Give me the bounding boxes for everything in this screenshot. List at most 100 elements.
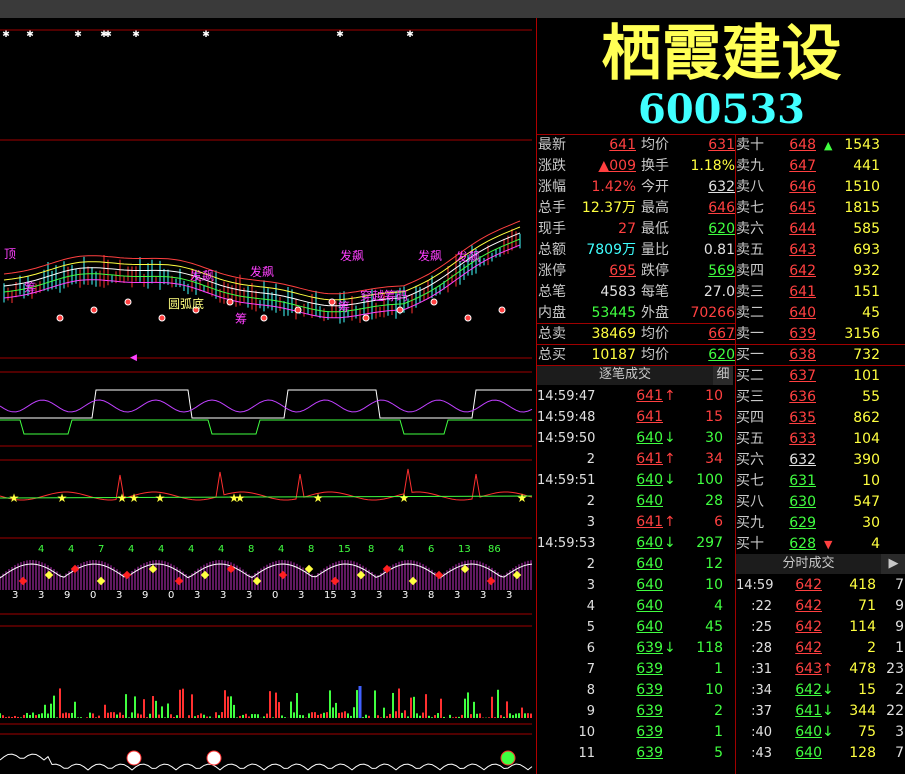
- tick-time: 11: [578, 746, 595, 761]
- tick-row[interactable]: 7 639 1: [537, 659, 723, 680]
- minute-time: :34: [751, 683, 772, 698]
- star-mark: ★: [155, 491, 166, 505]
- quote-value-2: 0.81: [703, 242, 735, 258]
- bid-row[interactable]: 买六 632 390: [736, 450, 905, 471]
- level-price: 648: [789, 137, 816, 153]
- bid-row[interactable]: 买八 630 547: [736, 492, 905, 513]
- window-title-bar: [0, 0, 905, 18]
- tick-row[interactable]: 14:59:51 640 ↓ 100: [537, 470, 723, 491]
- ask-row[interactable]: 卖四 642 932: [736, 261, 905, 282]
- ask-row[interactable]: 卖六 644 585: [736, 219, 905, 240]
- ask-row[interactable]: 卖九 647 441: [736, 156, 905, 177]
- ask-row[interactable]: 卖一 639 3156: [736, 324, 905, 345]
- quote-value: 7809万: [586, 242, 636, 258]
- quote-row: 总笔 4583 每笔 27.0: [537, 282, 735, 303]
- quote-row: 最新 641 均价 631: [537, 135, 735, 156]
- minute-row[interactable]: :25 642 114 9: [736, 617, 905, 638]
- osc-digit: 3: [350, 590, 356, 601]
- tick-row[interactable]: 3 641 ↑ 6: [537, 512, 723, 533]
- ask-row[interactable]: 卖三 641 151: [736, 282, 905, 303]
- tick-arrow-icon: ↓: [664, 640, 676, 656]
- tick-row[interactable]: 6 639 ↓ 118: [537, 638, 723, 659]
- ask-row[interactable]: 卖五 643 693: [736, 240, 905, 261]
- level-price: 646: [789, 179, 816, 195]
- minute-row[interactable]: 14:59 642 418 7: [736, 575, 905, 596]
- quote-panel: 栖霞建设 600533 最新 641 均价 631 涨跌 ▲009 换手 1.18% 涨幅 1.4…: [536, 18, 905, 774]
- quote-row: 涨停 695 跌停 569: [537, 261, 735, 282]
- level-price: 640: [789, 305, 816, 321]
- signal-dot: [90, 306, 98, 314]
- chart-annotation: 发飙: [456, 249, 480, 264]
- minute-row[interactable]: :31 643 ↑ 478 23: [736, 659, 905, 680]
- chart-annotation: 发飙: [418, 248, 442, 263]
- tick-row[interactable]: 3 640 10: [537, 575, 723, 596]
- level-price: 631: [789, 473, 816, 489]
- tick-row[interactable]: 2 640 12: [537, 554, 723, 575]
- bid-row[interactable]: 买九 629 30: [736, 513, 905, 534]
- tick-time: 9: [586, 704, 595, 719]
- ask-row[interactable]: 卖十 648 ▲ 1543: [736, 135, 905, 156]
- tick-row[interactable]: 14:59:47 641 ↑ 10: [537, 386, 723, 407]
- quote-label: 涨跌: [538, 158, 566, 174]
- bid-row[interactable]: 买五 633 104: [736, 429, 905, 450]
- minute-row[interactable]: :22 642 71 9: [736, 596, 905, 617]
- bid-row[interactable]: 买四 635 862: [736, 408, 905, 429]
- bid-row[interactable]: 买十 628 ▼ 4: [736, 534, 905, 555]
- tick-detail-button[interactable]: 细: [713, 365, 733, 385]
- tick-row[interactable]: 4 640 4: [537, 596, 723, 617]
- minute-row[interactable]: :40 640 ↓ 75 3: [736, 722, 905, 743]
- minute-volume: 418: [849, 577, 876, 593]
- signal-dot: [124, 298, 132, 306]
- minute-next-icon[interactable]: ▶: [881, 554, 905, 574]
- quote-row: 内盘 53445 外盘 70266: [537, 303, 735, 324]
- tick-time: 6: [586, 641, 595, 656]
- quote-label-2: 量比: [641, 242, 669, 258]
- tick-row[interactable]: 14:59:50 640 ↓ 30: [537, 428, 723, 449]
- level-volume: 585: [853, 221, 880, 237]
- minute-panel-header[interactable]: 分时成交: [736, 554, 881, 574]
- osc-digit: 3: [38, 590, 44, 601]
- ask-row[interactable]: 卖七 645 1815: [736, 198, 905, 219]
- quote-row: 涨幅 1.42% 今开 632: [537, 177, 735, 198]
- tick-row[interactable]: 2 640 28: [537, 491, 723, 512]
- minute-price: 642: [795, 577, 822, 593]
- indicator-charts[interactable]: ✱ ✱ ✱ ✱✱ ✱ ✱ ✱ ✱★ ★ ★ ★ ★ ★★ ★ ★ ★◀ 顶发飙 发飙发飙 发飙 发飙圆弧底筹筹筹穿越…: [0, 18, 536, 774]
- quote-label: 总笔: [538, 284, 566, 300]
- bid-row[interactable]: 买七 631 10: [736, 471, 905, 492]
- bid-row[interactable]: 买一 638 732: [736, 345, 905, 366]
- bid-row[interactable]: 买三 636 55: [736, 387, 905, 408]
- minute-row[interactable]: :34 642 ↓ 15 2: [736, 680, 905, 701]
- osc-digit: 3: [116, 590, 122, 601]
- tick-time: 4: [586, 599, 595, 614]
- diamond-mark: [486, 576, 496, 586]
- tick-row[interactable]: 2 641 ↑ 34: [537, 449, 723, 470]
- kdj-digit: 4: [158, 544, 164, 555]
- ask-row[interactable]: 卖二 640 45: [736, 303, 905, 324]
- osc-digit: 3: [376, 590, 382, 601]
- signal-dot: [56, 314, 64, 322]
- osc-digit: 15: [324, 590, 337, 601]
- tick-volume: 12: [705, 556, 723, 572]
- diamond-mark: [512, 570, 522, 580]
- chart-annotation: 筹: [24, 281, 36, 295]
- minute-row[interactable]: :28 642 2 1: [736, 638, 905, 659]
- ask-row[interactable]: 卖八 646 1510: [736, 177, 905, 198]
- tick-row[interactable]: 10 639 1: [537, 722, 723, 743]
- star-mark: ★: [313, 491, 324, 505]
- tick-row[interactable]: 11 639 5: [537, 743, 723, 764]
- chart-area[interactable]: ✱ ✱ ✱ ✱ ✱ ✱ ✱ ✱ ✱ ★ ★ ★ ★ ★ ★ ★ ★ ★ ★ ◀ 顶发飙 发飙 发飙 发飙 发飙 圆弧底筹筹筹穿越…: [0, 18, 536, 774]
- level-volume: 693: [853, 242, 880, 258]
- tick-panel-header[interactable]: 逐笔成交: [537, 365, 713, 385]
- tick-row[interactable]: 14:59:53 640 ↓ 297: [537, 533, 723, 554]
- level-volume: 151: [853, 284, 880, 300]
- tick-row[interactable]: 14:59:48 641 15: [537, 407, 723, 428]
- quote-value: 27: [618, 221, 636, 237]
- minute-row[interactable]: :37 641 ↓ 344 22: [736, 701, 905, 722]
- tick-row[interactable]: 9 639 2: [537, 701, 723, 722]
- tick-time: 3: [586, 515, 595, 530]
- tick-row[interactable]: 5 640 45: [537, 617, 723, 638]
- bid-row[interactable]: 买二 637 101: [736, 366, 905, 387]
- tick-row[interactable]: 8 639 10: [537, 680, 723, 701]
- minute-row[interactable]: :43 640 128 7: [736, 743, 905, 764]
- tick-price: 639: [636, 703, 663, 719]
